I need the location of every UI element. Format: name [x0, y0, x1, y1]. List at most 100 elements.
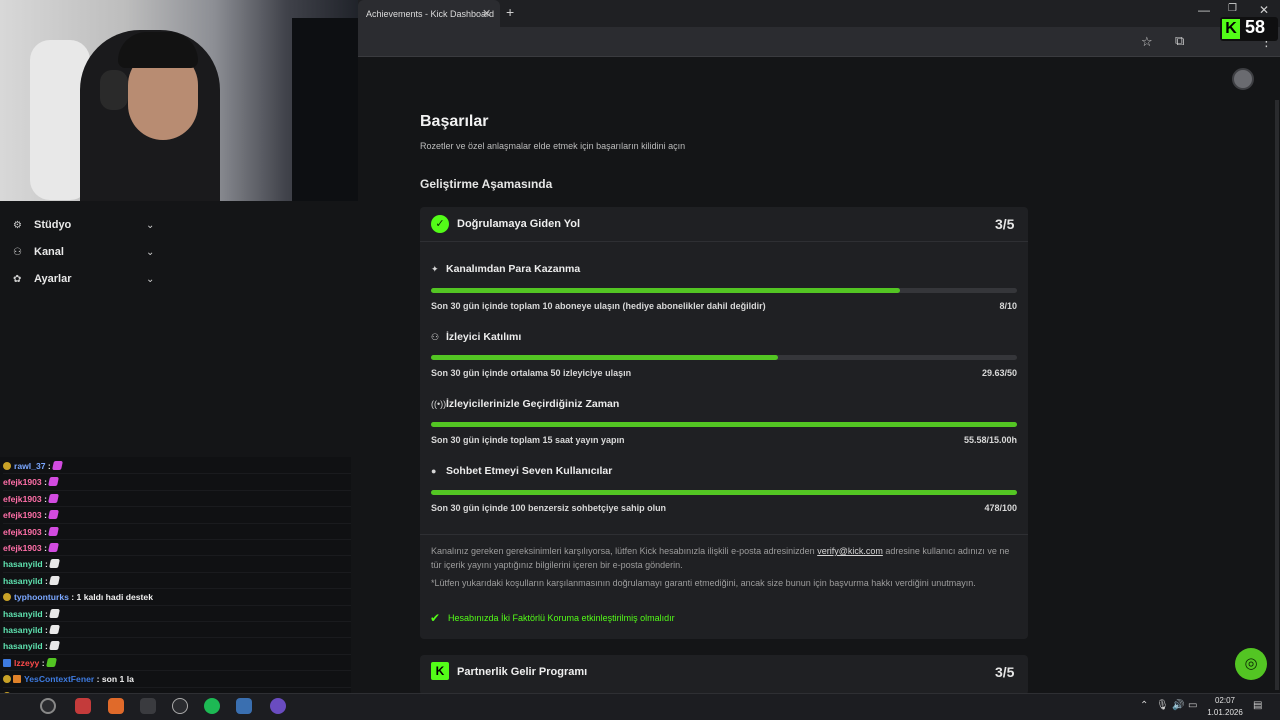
gear-icon: ✿ — [13, 274, 22, 285]
taskbar — [0, 693, 1280, 720]
app-icon[interactable] — [270, 698, 286, 714]
progress-track — [431, 288, 1017, 293]
verification-notice: Kanalınız gereken gereksinimleri karşılı… — [431, 545, 1021, 572]
sidebar — [0, 200, 358, 460]
volume-icon[interactable]: 🔊 — [1172, 700, 1184, 711]
chat-username[interactable]: efejk1903 — [3, 510, 42, 520]
obs-icon[interactable] — [172, 698, 188, 714]
chat-username[interactable]: hasanyild — [3, 625, 43, 635]
sidebar-item-label: Ayarlar — [34, 273, 72, 285]
app-icon[interactable] — [75, 698, 91, 714]
requirement-value: 29.63/50 — [981, 368, 1017, 378]
webcam-monitor — [292, 18, 358, 201]
chat-username[interactable]: efejk1903 — [3, 477, 42, 487]
kick-logo-icon: K — [1222, 19, 1240, 39]
chat-separator: : — [68, 592, 77, 603]
requirement-title: Kanalımdan Para Kazanma — [446, 263, 581, 275]
spotify-icon[interactable] — [204, 698, 220, 714]
chat-username[interactable]: hasanyild — [3, 559, 43, 569]
chat-username[interactable]: rawl_37 — [14, 461, 46, 471]
chat-username[interactable]: hasanyild — [3, 576, 43, 586]
requirement-description: Son 30 gün içinde toplam 10 aboneye ulaş… — [431, 301, 766, 311]
help-chat-icon[interactable]: ◎ — [1235, 648, 1267, 680]
minimize-icon[interactable]: — — [1198, 3, 1210, 17]
steam-icon[interactable] — [236, 698, 252, 714]
sidebar-item-channel[interactable]: ⚇ Kanal ⌄ — [12, 246, 162, 262]
subscriber-badge-icon — [3, 675, 11, 684]
chat-username[interactable]: efejk1903 — [3, 494, 42, 504]
channel-icon: ⚇ — [13, 247, 22, 258]
emote-icon — [49, 608, 61, 618]
chat-message: rawl_37 : — [3, 458, 351, 475]
chat-message: efejk1903 : — [3, 524, 351, 540]
progress-track — [431, 490, 1017, 495]
sidebar-item-settings[interactable]: ✿ Ayarlar ⌄ — [12, 273, 162, 289]
divider — [420, 534, 1028, 535]
check-icon: ✔ — [430, 611, 441, 625]
progress-track — [431, 422, 1017, 427]
disclaimer-text: *Lütfen yukarıdaki koşulların karşılanma… — [431, 578, 976, 588]
chat-username[interactable]: lzzeyy — [14, 658, 39, 668]
microphone-icon[interactable]: 🎙 — [1156, 700, 1169, 711]
requirement-title: İzleyicilerinizle Geçirdiğiniz Zaman — [446, 398, 620, 410]
studio-icon: ⚙ — [13, 220, 22, 231]
app-icon[interactable] — [108, 698, 124, 714]
search-icon[interactable] — [40, 698, 56, 714]
tab-close-icon[interactable]: ✕ — [482, 7, 491, 20]
notification-icon[interactable]: ▤ — [1253, 700, 1262, 711]
chat-message: hasanyild : — [3, 573, 351, 590]
chat-message: efejk1903 : — [3, 540, 351, 557]
browser-tab[interactable]: Achievements - Kick Dashboard — [358, 0, 500, 27]
chat-message: typhoonturks : 1 kaldı hadi destek — [3, 589, 351, 606]
url-input[interactable] — [360, 31, 1140, 53]
kick-partner-icon: K — [431, 662, 449, 680]
sidebar-item-studio[interactable]: ⚙ Stüdyo ⌄ — [12, 219, 162, 235]
monitor-icon[interactable]: ▭ — [1188, 700, 1197, 711]
sidebar-item-label: Kanal — [34, 246, 64, 258]
app-icon[interactable] — [140, 698, 156, 714]
chat-username[interactable]: typhoonturks — [14, 592, 69, 602]
chat-username[interactable]: efejk1903 — [3, 543, 42, 553]
moderator-badge-icon — [3, 658, 11, 667]
webcam-hair — [118, 32, 198, 68]
chat-username[interactable]: hasanyild — [3, 641, 43, 651]
chat-message: efejk1903 : — [3, 507, 351, 524]
emote-icon — [48, 477, 60, 487]
user-avatar[interactable] — [1232, 68, 1254, 90]
chat-username[interactable]: efejk1903 — [3, 527, 42, 537]
emote-icon — [46, 657, 57, 667]
progress-track — [431, 355, 1017, 360]
verify-email-link[interactable]: verify@kick.com — [817, 546, 883, 556]
sidebar-item-label: Stüdyo — [34, 219, 72, 231]
chevron-up-icon[interactable]: ⌃ — [1140, 700, 1148, 711]
broadcast-icon: ((•)) — [431, 399, 447, 409]
chat-message: hasanyild : — [3, 556, 351, 573]
maximize-icon[interactable]: ❐ — [1228, 3, 1237, 14]
headset-icon — [100, 70, 128, 110]
page-scrollbar[interactable] — [1275, 100, 1279, 690]
requirement-value: 8/10 — [999, 301, 1017, 311]
emote-icon — [49, 641, 61, 651]
subscriber-badge-icon — [3, 593, 11, 602]
chevron-down-icon: ⌄ — [146, 220, 155, 231]
chat-bubble-icon: ● — [431, 466, 437, 476]
extensions-icon[interactable]: ⧉ — [1175, 33, 1184, 49]
chat-message: hasanyild : — [3, 606, 351, 622]
progress-fill — [431, 490, 1017, 495]
chat-username[interactable]: YesContextFener — [24, 674, 94, 684]
requirement-description: Son 30 gün içinde ortalama 50 izleyiciye… — [431, 368, 632, 378]
page-title: Başarılar — [420, 113, 489, 130]
new-tab-icon[interactable]: + — [506, 4, 514, 20]
requirement-title: İzleyici Katılımı — [446, 331, 522, 343]
emote-icon — [48, 493, 60, 503]
chat-username[interactable]: hasanyild — [3, 609, 43, 619]
requirement-description: Son 30 gün içinde toplam 15 saat yayın y… — [431, 435, 625, 445]
verified-badge-icon: ✓ — [431, 215, 449, 233]
clock-date[interactable]: 1.01.2026 — [1200, 708, 1250, 717]
bookmark-star-icon[interactable]: ☆ — [1141, 34, 1153, 50]
clock-time[interactable]: 02:07 — [1205, 696, 1245, 705]
window-close-icon[interactable]: ✕ — [1259, 3, 1269, 17]
partner-card-title: Partnerlik Gelir Programı — [457, 666, 588, 678]
subscriber-badge-icon — [3, 462, 11, 470]
page-subtitle: Rozetler ve özel anlaşmalar elde etmek i… — [420, 141, 686, 151]
